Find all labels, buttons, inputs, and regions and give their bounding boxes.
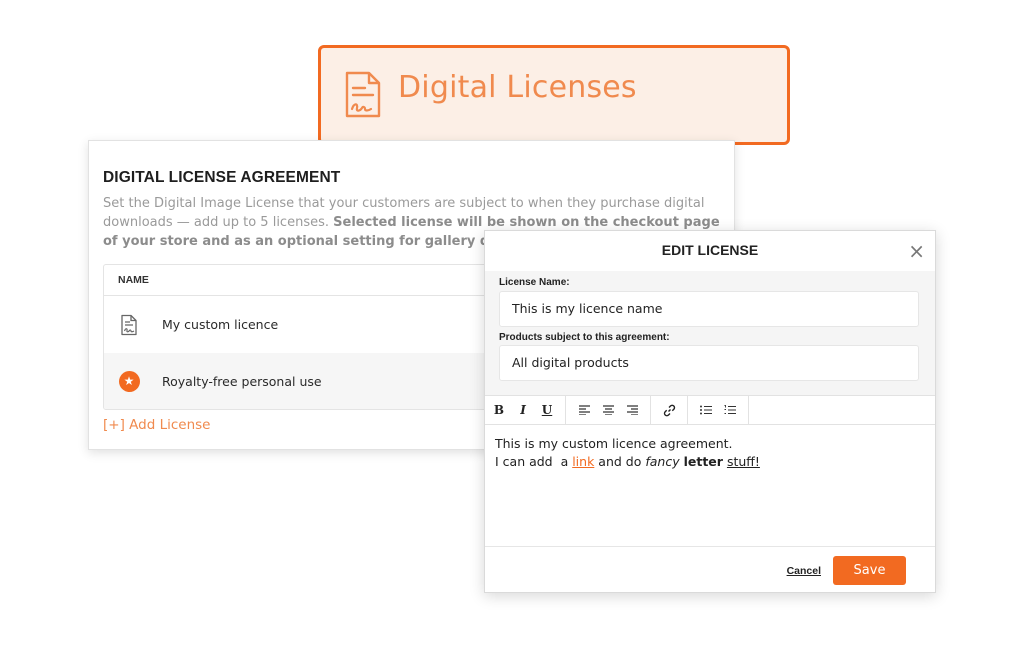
agreement-title: DIGITAL LICENSE AGREEMENT [103,169,341,186]
page-title: Digital Licenses [398,70,637,105]
editor-text: and do [594,454,646,469]
editor-text: I can add a [495,454,573,469]
dialog-footer: Cancel Save [485,546,935,594]
table-row[interactable]: My custom licence [104,296,522,353]
table-row[interactable]: ★ Royalty-free personal use [104,353,522,409]
license-name: Royalty-free personal use [162,374,322,389]
editor-toolbar: B I U [485,395,935,425]
link-icon[interactable] [657,398,681,422]
editor-underline-text: stuff! [726,454,760,469]
editor-line: This is my custom licence agreement. [495,436,733,451]
editor-link[interactable]: link [572,454,594,469]
italic-button[interactable]: I [511,398,535,422]
edit-license-dialog: EDIT LICENSE × License Name: This is my … [484,230,936,593]
products-label: Products subject to this agreement: [499,332,670,343]
license-document-icon [118,313,140,337]
editor-italic-text: fancy [645,454,680,469]
editor-line: I can add a link and do fancy letter stu… [495,453,925,471]
bulleted-list-button[interactable] [694,398,718,422]
underline-button[interactable]: U [535,398,559,422]
align-right-button[interactable] [620,398,644,422]
close-icon[interactable]: × [908,240,925,262]
license-name: My custom licence [162,317,279,332]
editor-bold-text: letter [683,454,723,469]
digital-licenses-header: Digital Licenses [318,45,790,145]
license-document-icon [345,71,381,118]
save-button[interactable]: Save [833,556,906,585]
align-left-button[interactable] [572,398,596,422]
products-select[interactable]: All digital products [499,345,919,381]
numbered-list-button[interactable] [718,398,742,422]
align-center-button[interactable] [596,398,620,422]
table-header-name: NAME [104,265,522,296]
dialog-title: EDIT LICENSE [661,242,759,258]
dialog-form: License Name: This is my licence name Pr… [485,271,935,395]
license-name-label: License Name: [499,277,570,288]
star-icon: ★ [118,370,140,394]
cancel-button[interactable]: Cancel [787,565,821,577]
add-license-link[interactable]: [+] Add License [103,417,210,433]
license-name-input[interactable]: This is my licence name [499,291,919,327]
license-table: NAME My custom licence ★ Royalty-free pe… [103,264,523,410]
license-text-editor[interactable]: This is my custom licence agreement. I c… [495,435,925,471]
bold-button[interactable]: B [487,398,511,422]
